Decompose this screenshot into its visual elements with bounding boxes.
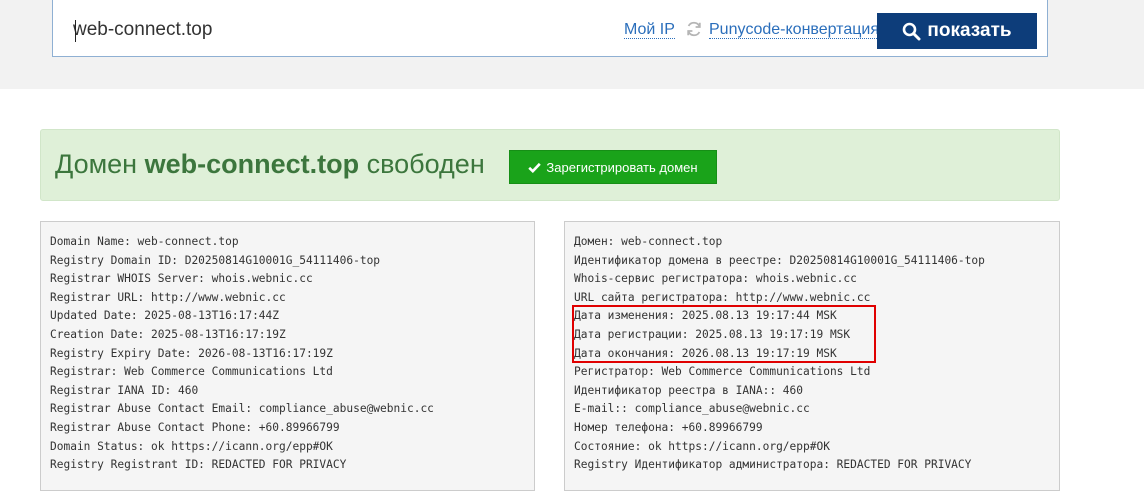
refresh-icon bbox=[687, 21, 701, 37]
whois-line: Идентификатор реестра в IANA:: 460 bbox=[574, 383, 804, 397]
check-icon bbox=[528, 162, 542, 173]
whois-line: Creation Date: 2025-08-13T16:17:19Z bbox=[50, 327, 286, 341]
whois-translated-panel: Домен: web-connect.top Идентификатор дом… bbox=[564, 221, 1060, 491]
register-domain-label: Зарегистрировать домен bbox=[546, 159, 698, 175]
show-button-label: показать bbox=[927, 20, 1012, 41]
search-area: Мой IP Punycode-конвертация показать bbox=[0, 0, 1144, 89]
whois-line: Дата регистрации: 2025.08.13 19:17:19 MS… bbox=[574, 327, 851, 341]
whois-line: Domain Name: web-connect.top bbox=[50, 235, 239, 248]
search-icon bbox=[903, 22, 921, 40]
search-box: Мой IP Punycode-конвертация показать bbox=[52, 0, 1048, 57]
whois-line: Registrar: Web Commerce Communications L… bbox=[50, 365, 333, 379]
status-domain: web-connect.top bbox=[144, 149, 360, 179]
register-domain-button[interactable]: Зарегистрировать домен bbox=[509, 150, 717, 184]
my-ip-link[interactable]: Мой IP bbox=[624, 21, 675, 39]
domain-status-panel: Домен web-connect.top свободен Зарегистр… bbox=[40, 129, 1060, 201]
whois-line: Whois-сервис регистратора: whois.webnic.… bbox=[574, 272, 857, 286]
domain-status-text: Домен web-connect.top свободен bbox=[55, 148, 485, 180]
text-caret bbox=[75, 20, 76, 42]
whois-line: Идентификатор домена в реестре: D2025081… bbox=[574, 253, 985, 267]
whois-raw-panel: Domain Name: web-connect.top Registry Do… bbox=[40, 221, 535, 491]
whois-line: Registrar IANA ID: 460 bbox=[50, 383, 199, 397]
whois-line: Registrar WHOIS Server: whois.webnic.cc bbox=[50, 272, 313, 286]
whois-line: Registry Идентификатор администратора: R… bbox=[574, 458, 972, 472]
whois-line: Дата изменения: 2025.08.13 19:17:44 MSK bbox=[574, 309, 837, 323]
status-prefix: Домен bbox=[55, 149, 145, 179]
whois-line: Дата окончания: 2026.08.13 19:17:19 MSK bbox=[574, 346, 837, 360]
whois-line: Registry Expiry Date: 2026-08-13T16:17:1… bbox=[50, 346, 333, 360]
whois-line: Registrar Abuse Contact Phone: +60.89966… bbox=[50, 420, 340, 434]
domain-search-input[interactable] bbox=[73, 13, 553, 47]
whois-raw-list: Domain Name: web-connect.top Registry Do… bbox=[41, 222, 534, 475]
whois-line: Registrar Abuse Contact Email: complianc… bbox=[50, 402, 434, 416]
punycode-link[interactable]: Punycode-конвертация bbox=[709, 21, 879, 39]
whois-line: Registry Registrant ID: REDACTED FOR PRI… bbox=[50, 458, 347, 472]
whois-line: Состояние: ok https://icann.org/epp#OK bbox=[574, 439, 830, 453]
whois-line: Domain Status: ok https://icann.org/epp#… bbox=[50, 439, 333, 453]
show-button[interactable]: показать bbox=[877, 13, 1037, 49]
status-suffix: свободен bbox=[359, 149, 485, 179]
whois-line: Registrar URL: http://www.webnic.cc bbox=[50, 290, 286, 304]
whois-line: Updated Date: 2025-08-13T16:17:44Z bbox=[50, 309, 280, 323]
whois-line: Registry Domain ID: D20250814G10001G_541… bbox=[50, 253, 381, 267]
whois-line: Регистратор: Web Commerce Communications… bbox=[574, 365, 871, 379]
whois-line: Номер телефона: +60.89966799 bbox=[574, 420, 763, 434]
whois-line: E-mail:: compliance_abuse@webnic.cc bbox=[574, 402, 810, 416]
whois-line: URL сайта регистратора: http://www.webni… bbox=[574, 290, 871, 304]
whois-line: Домен: web-connect.top bbox=[574, 235, 723, 248]
whois-translated-list: Домен: web-connect.top Идентификатор дом… bbox=[565, 222, 1059, 475]
